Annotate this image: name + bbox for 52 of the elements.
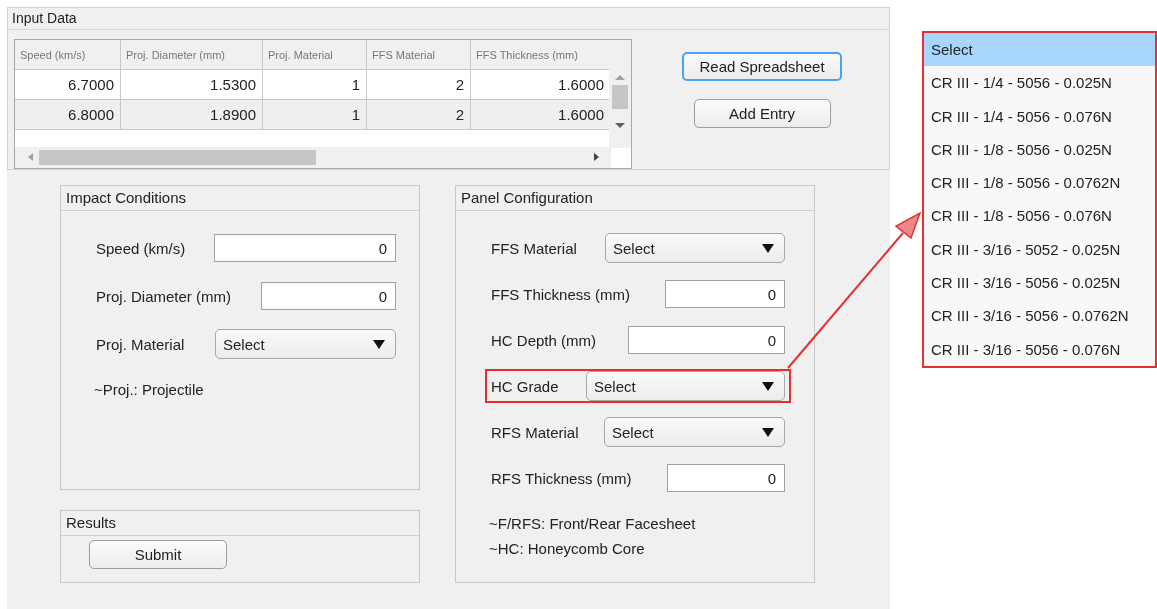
number-field[interactable]: 0 [628, 326, 785, 354]
field-label: HC Depth (mm) [491, 331, 596, 349]
field-label: RFS Thickness (mm) [491, 469, 632, 487]
column-header[interactable]: FFS Material [367, 40, 471, 70]
column-header[interactable]: Speed (km/s) [15, 40, 121, 70]
number-field[interactable]: 0 [214, 234, 396, 262]
table-cell: 6.8000 [15, 100, 121, 130]
panel-title: Impact Conditions [61, 186, 419, 211]
vertical-scrollbar[interactable] [609, 40, 631, 148]
list-item[interactable]: Select [924, 33, 1155, 67]
panel-title: Input Data [8, 8, 889, 30]
action-button[interactable]: Read Spreadsheet [682, 52, 842, 81]
list-item[interactable]: CR III - 1/8 - 5056 - 0.025N [924, 132, 1155, 167]
field-label: FFS Thickness (mm) [491, 285, 630, 303]
list-item[interactable]: CR III - 1/8 - 5056 - 0.076N [924, 199, 1155, 233]
list-item[interactable]: CR III - 3/16 - 5056 - 0.076N [924, 332, 1155, 366]
field-label: Proj. Material [96, 335, 185, 353]
dropdown[interactable]: Select [604, 417, 785, 447]
table-cell: 2 [367, 100, 471, 130]
dropdown-arrow-icon [762, 243, 774, 253]
table-cell: 1 [263, 100, 367, 130]
list-item[interactable]: CR III - 1/4 - 5056 - 0.025N [924, 66, 1155, 100]
field-label: FFS Material [491, 239, 577, 257]
list-item[interactable]: CR III - 1/8 - 5056 - 0.0762N [924, 166, 1155, 200]
dropdown-arrow-icon [762, 381, 774, 391]
column-header[interactable]: Proj. Material [263, 40, 367, 70]
field-label: Speed (km/s) [96, 239, 186, 257]
list-item[interactable]: CR III - 1/4 - 5056 - 0.076N [924, 99, 1155, 133]
panel-title: Panel Configuration [456, 186, 814, 211]
submit-button[interactable]: Submit [89, 540, 227, 569]
number-field[interactable]: 0 [667, 464, 785, 492]
dropdown-arrow-icon [373, 339, 385, 349]
panel-title: Results [61, 511, 419, 536]
table-cell: 1.8900 [121, 100, 263, 130]
note-text: ~F/RFS: Front/Rear Facesheet [489, 514, 697, 534]
dropdown[interactable]: Select [605, 233, 785, 263]
column-header[interactable]: Proj. Diameter (mm) [121, 40, 263, 70]
list-item[interactable]: CR III - 3/16 - 5052 - 0.025N [924, 232, 1155, 267]
list-item[interactable]: CR III - 3/16 - 5056 - 0.0762N [924, 299, 1155, 333]
field-label: Proj. Diameter (mm) [96, 287, 231, 305]
number-field[interactable]: 0 [261, 282, 396, 310]
note-text: ~Proj.: Projectile [94, 381, 205, 398]
list-item[interactable]: CR III - 3/16 - 5056 - 0.025N [924, 266, 1155, 300]
action-button[interactable]: Add Entry [693, 99, 831, 128]
dropdown[interactable]: Select [586, 371, 785, 401]
field-label: RFS Material [491, 423, 579, 441]
horizontal-scrollbar[interactable] [15, 147, 611, 168]
dropdown[interactable]: Select [215, 329, 396, 359]
field-label: HC Grade [491, 377, 559, 395]
note-text: ~HC: Honeycomb Core [489, 539, 646, 559]
number-field[interactable]: 0 [665, 280, 785, 308]
dropdown-arrow-icon [762, 427, 774, 437]
